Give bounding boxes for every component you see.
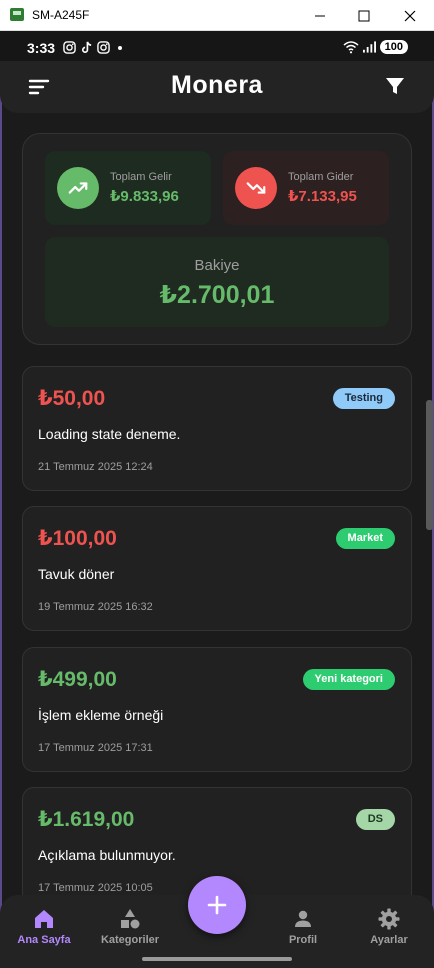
transaction-card[interactable]: ₺499,00 Yeni kategori İşlem ekleme örneğ…: [22, 647, 412, 772]
instagram-icon: [97, 41, 110, 54]
transaction-amount: ₺100,00: [38, 527, 117, 550]
balance-value: ₺2.700,01: [159, 281, 275, 309]
transaction-card[interactable]: ₺50,00 Testing Loading state deneme. 21 …: [22, 366, 412, 491]
battery-indicator: 100: [379, 40, 408, 54]
nav-profile[interactable]: Profil: [268, 907, 338, 946]
category-badge: Testing: [332, 388, 395, 409]
trending-up-icon: [68, 182, 88, 194]
transaction-description: Açıklama bulunmuyor.: [38, 847, 176, 863]
maximize-button[interactable]: [341, 0, 387, 31]
transaction-date: 19 Temmuz 2025 16:32: [38, 601, 153, 613]
signal-icon: [362, 41, 376, 53]
transaction-date: 17 Temmuz 2025 10:05: [38, 882, 153, 894]
summary-card: Toplam Gelir ₺9.833,96 Toplam Gider ₺7.1…: [22, 133, 412, 345]
transaction-amount: ₺499,00: [38, 668, 117, 691]
app-bar: Monera: [0, 61, 434, 113]
income-stat: Toplam Gelir ₺9.833,96: [45, 151, 211, 225]
transaction-date: 21 Temmuz 2025 12:24: [38, 461, 153, 473]
nav-home-label: Ana Sayfa: [17, 934, 71, 946]
category-icon: [121, 909, 140, 929]
gesture-bar: [142, 957, 292, 961]
income-label: Toplam Gelir: [110, 171, 172, 183]
category-badge: Yeni kategori: [302, 669, 395, 690]
gear-icon: [378, 908, 400, 930]
instagram-icon: [63, 41, 76, 54]
window-title-bar: SM-A245F: [0, 0, 434, 31]
nav-settings[interactable]: Ayarlar: [354, 907, 424, 946]
income-icon-circle: [57, 167, 99, 209]
wifi-icon: [343, 41, 359, 54]
app-window-icon: [10, 8, 24, 21]
transaction-description: İşlem ekleme örneği: [38, 707, 164, 723]
transaction-description: Loading state deneme.: [38, 426, 181, 442]
nav-home[interactable]: Ana Sayfa: [9, 907, 79, 946]
nav-settings-label: Ayarlar: [370, 934, 408, 946]
window-title: SM-A245F: [32, 8, 90, 22]
plus-icon: [207, 895, 227, 915]
category-badge: Market: [335, 528, 395, 549]
transaction-description: Tavuk döner: [38, 566, 115, 582]
balance-box: Bakiye ₺2.700,01: [45, 237, 389, 327]
close-button[interactable]: [387, 0, 433, 31]
trending-down-icon: [246, 182, 266, 194]
expense-value: ₺7.133,95: [288, 188, 357, 205]
category-badge: DS: [355, 809, 395, 830]
transaction-card[interactable]: ₺100,00 Market Tavuk döner 19 Temmuz 202…: [22, 506, 412, 631]
window-left-edge: [0, 31, 2, 968]
filter-icon[interactable]: [384, 75, 406, 97]
expense-label: Toplam Gider: [288, 171, 354, 183]
status-time: 3:33: [27, 40, 56, 56]
minimize-button[interactable]: [297, 0, 343, 31]
income-value: ₺9.833,96: [110, 188, 179, 205]
nav-categories[interactable]: Kategoriler: [95, 907, 165, 946]
home-icon: [35, 910, 53, 928]
notification-dot: [118, 45, 122, 50]
expense-stat: Toplam Gider ₺7.133,95: [223, 151, 389, 225]
person-icon: [295, 910, 311, 927]
status-bar: 3:33 100: [0, 31, 434, 61]
scrollbar[interactable]: [426, 400, 433, 530]
transaction-amount: ₺50,00: [38, 387, 106, 410]
transaction-date: 17 Temmuz 2025 17:31: [38, 742, 153, 754]
expense-icon-circle: [235, 167, 277, 209]
app-title: Monera: [171, 71, 263, 99]
add-transaction-button[interactable]: [188, 876, 246, 934]
tiktok-icon: [81, 41, 92, 53]
balance-label: Bakiye: [194, 257, 240, 274]
transaction-amount: ₺1.619,00: [38, 808, 135, 831]
nav-categories-label: Kategoriler: [100, 934, 160, 946]
nav-profile-label: Profil: [288, 934, 318, 946]
